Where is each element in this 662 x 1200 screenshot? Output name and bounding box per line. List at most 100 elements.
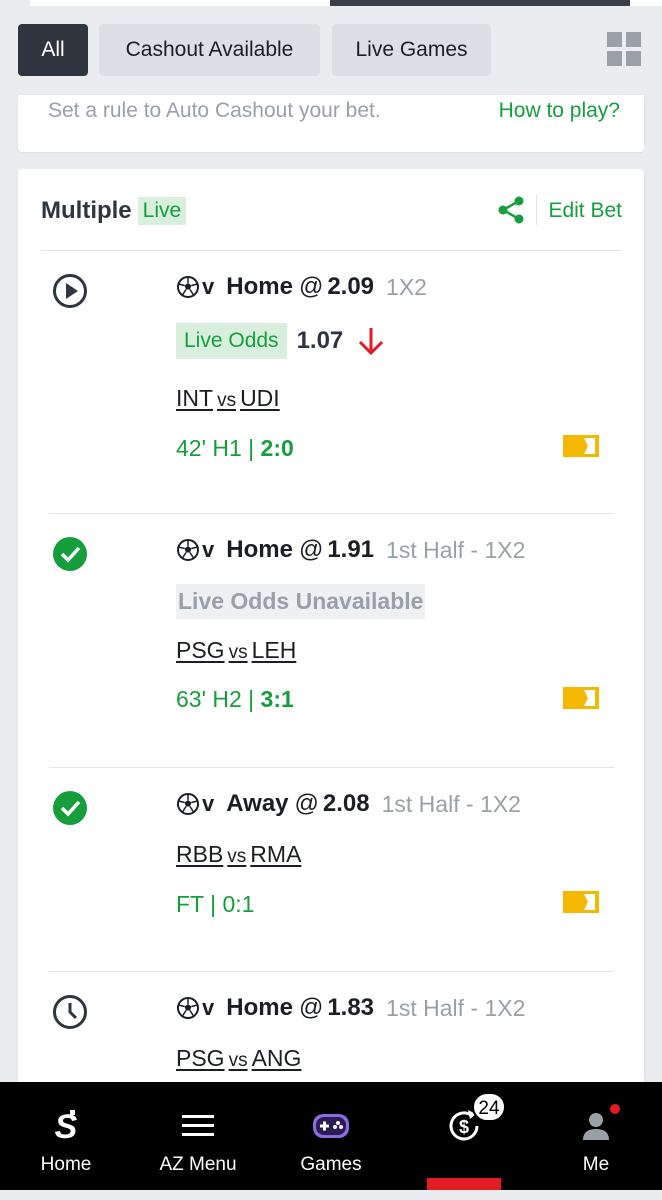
sport-prefix: v: [202, 274, 215, 299]
cashout-count-badge: 24: [472, 1092, 506, 1122]
svg-text:$: $: [459, 1117, 469, 1137]
vs-label: vs: [217, 390, 237, 411]
match-link[interactable]: RBB vs RMA: [176, 841, 301, 868]
vs-label: vs: [228, 642, 248, 663]
sport-prefix: v: [202, 791, 215, 816]
selection-odds: 1.91: [327, 536, 375, 563]
ticket-tag-icon[interactable]: [562, 890, 600, 914]
away-team: UDI: [240, 385, 280, 411]
sport-prefix: v: [202, 537, 215, 562]
at-sign: @: [298, 273, 324, 300]
home-team: RBB: [176, 841, 224, 867]
soccer-ball-icon: [177, 997, 199, 1019]
auto-cashout-card: Set a rule to Auto Cashout your bet. How…: [18, 95, 644, 152]
filter-tabs: All Cashout Available Live Games: [18, 24, 644, 76]
selection-header: v Home @ 1.83 1st Half - 1X2: [176, 994, 525, 1022]
match-time: 63' H2 |: [176, 686, 261, 712]
nav-home[interactable]: S Home: [6, 1082, 126, 1190]
grid-view-icon[interactable]: [607, 32, 641, 66]
match-link[interactable]: INT vs UDI: [176, 385, 280, 412]
clock-icon: [53, 995, 87, 1029]
selection-header: v Home @ 1.91 1st Half - 1X2: [176, 536, 525, 564]
nav-me[interactable]: Me: [536, 1082, 656, 1190]
gamepad-icon: [313, 1114, 349, 1138]
home-team: INT: [176, 385, 214, 411]
how-to-play-link[interactable]: How to play?: [499, 99, 620, 123]
check-circle-icon: [53, 537, 87, 571]
filter-all-tab[interactable]: All: [18, 24, 88, 76]
selection-pick: Home: [226, 994, 293, 1021]
match-link[interactable]: PSG vs LEH: [176, 637, 296, 664]
score-value: 2:0: [260, 435, 294, 461]
home-team: PSG: [176, 637, 225, 663]
live-odds-unavailable-label: Live Odds Unavailable: [176, 584, 426, 619]
live-badge: Live: [137, 197, 187, 225]
nav-home-label: Home: [40, 1154, 92, 1175]
selection-pick: Home: [226, 536, 293, 563]
home-team: PSG: [176, 1045, 225, 1071]
ticket-tag-icon[interactable]: [562, 434, 600, 458]
notification-dot: [610, 1104, 620, 1114]
bet-header: Multiple Live: [41, 197, 187, 225]
nav-cashout[interactable]: $ 24: [404, 1082, 524, 1190]
selection-odds: 2.08: [322, 790, 370, 817]
selection-item[interactable]: v Home @ 2.09 1X2 Live Odds 1.07 INT vs UD…: [18, 251, 644, 513]
bottom-strip: [0, 1190, 662, 1200]
share-icon[interactable]: [496, 195, 526, 225]
selection-market: 1X2: [386, 273, 427, 300]
selection-pick: Away: [226, 790, 289, 817]
vs-label: vs: [228, 1050, 248, 1071]
filter-cashout-available-tab[interactable]: Cashout Available: [99, 24, 320, 76]
match-score: 42' H1 | 2:0: [176, 435, 294, 462]
auto-cashout-hint: Set a rule to Auto Cashout your bet.: [48, 99, 381, 122]
active-tab-indicator: [427, 1178, 501, 1190]
selection-odds: 1.83: [327, 994, 375, 1021]
at-sign: @: [298, 994, 324, 1021]
selection-market: 1st Half - 1X2: [381, 790, 521, 817]
away-team: LEH: [251, 637, 297, 663]
selection-item[interactable]: v Away @ 2.08 1st Half - 1X2 RBB vs RMA FT…: [18, 768, 644, 971]
match-time: 42' H1 |: [176, 435, 261, 461]
status-progress-bar: [0, 0, 662, 6]
play-circle-icon: [53, 274, 87, 308]
nav-games[interactable]: Games: [270, 1082, 392, 1190]
soccer-ball-icon: [177, 276, 199, 298]
bet-card: Multiple Live Edit Bet v Home @ 2.09 1X2…: [18, 169, 644, 1129]
nav-games-label: Games: [300, 1154, 362, 1175]
bet-type-title: Multiple: [41, 197, 132, 224]
selection-market: 1st Half - 1X2: [386, 536, 526, 563]
at-sign: @: [298, 536, 324, 563]
away-team: RMA: [250, 841, 302, 867]
match-score: FT | 0:1: [176, 891, 255, 917]
nav-az-menu-label: AZ Menu: [159, 1154, 237, 1175]
selection-header: v Home @ 2.09 1X2: [176, 273, 427, 301]
selection-pick: Home: [226, 273, 293, 300]
edit-bet-button[interactable]: Edit Bet: [548, 199, 622, 223]
menu-icon: [182, 1115, 214, 1136]
selection-odds: 2.09: [327, 273, 375, 300]
live-odds-label: Live Odds: [176, 323, 287, 359]
live-odds-row: Live Odds 1.07: [176, 323, 387, 359]
score-value: 3:1: [260, 686, 294, 712]
filter-live-games-tab[interactable]: Live Games: [332, 24, 491, 76]
brand-s-icon: S: [55, 1108, 78, 1146]
selection-market: 1st Half - 1X2: [386, 994, 526, 1021]
nav-me-label: Me: [582, 1154, 610, 1175]
away-team: ANG: [251, 1045, 302, 1071]
arrow-down-icon: [359, 328, 384, 356]
live-odds-value: 1.07: [296, 327, 344, 354]
ticket-tag-icon[interactable]: [562, 686, 600, 710]
at-sign: @: [294, 790, 319, 817]
match-score: 63' H2 | 3:1: [176, 686, 294, 713]
soccer-ball-icon: [177, 539, 199, 561]
vs-label: vs: [227, 846, 247, 867]
check-circle-icon: [53, 791, 87, 825]
selection-header: v Away @ 2.08 1st Half - 1X2: [176, 790, 521, 818]
match-link[interactable]: PSG vs ANG: [176, 1045, 301, 1072]
header-divider: [536, 195, 537, 225]
selection-item[interactable]: v Home @ 1.91 1st Half - 1X2 Live Odds U…: [18, 514, 644, 767]
soccer-ball-icon: [177, 793, 199, 815]
bottom-nav-bar: S Home AZ Menu Games $ 24 Me: [0, 1082, 662, 1190]
sport-prefix: v: [202, 995, 215, 1020]
nav-az-menu[interactable]: AZ Menu: [138, 1082, 258, 1190]
